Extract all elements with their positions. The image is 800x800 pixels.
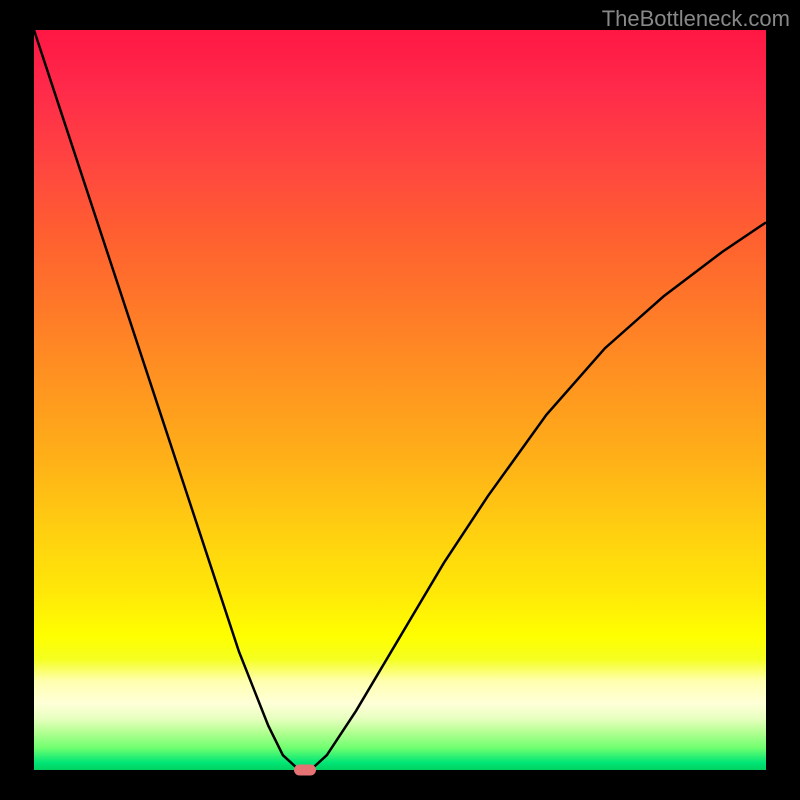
plot-area — [34, 30, 766, 770]
minimum-marker — [294, 765, 316, 776]
chart-container: TheBottleneck.com — [0, 0, 800, 800]
bottleneck-curve — [34, 30, 766, 770]
curve-svg — [34, 30, 766, 770]
watermark-text: TheBottleneck.com — [602, 6, 790, 32]
